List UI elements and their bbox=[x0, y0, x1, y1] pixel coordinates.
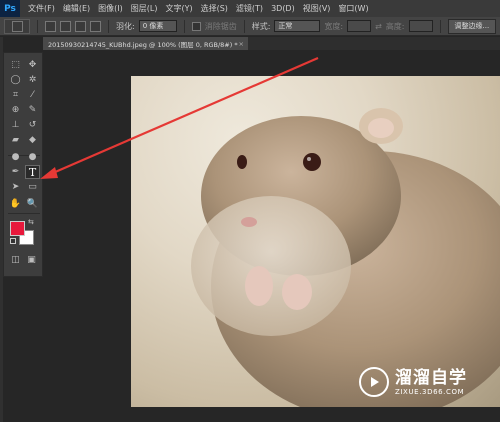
swap-colors-icon[interactable]: ⇆ bbox=[28, 218, 36, 226]
lasso-icon[interactable]: ◯ bbox=[8, 73, 23, 87]
intersect-selection-icon[interactable] bbox=[90, 20, 101, 32]
type-tool-icon[interactable]: T bbox=[25, 165, 40, 179]
history-brush-icon[interactable]: ↺ bbox=[25, 118, 40, 132]
menu-view[interactable]: 视图(V) bbox=[299, 3, 335, 14]
divider bbox=[439, 19, 441, 33]
document-tab[interactable]: 20150930214745_KUBhd.jpeg @ 100% (图层 0, … bbox=[43, 37, 248, 50]
pen-icon[interactable]: ✒ bbox=[8, 165, 23, 179]
healing-brush-icon[interactable]: ⊕ bbox=[8, 103, 23, 117]
menu-3d[interactable]: 3D(D) bbox=[267, 4, 299, 13]
menu-window[interactable]: 窗口(W) bbox=[334, 3, 372, 14]
document-tab-title: 20150930214745_KUBhd.jpeg @ 100% (图层 0, … bbox=[48, 40, 238, 49]
tools-panel: ⇆ ◫ ▣ ⬚ ✥ ◯ ✲ ⌗ ⁄ ⊕ ✎ ⊥ ↺ ▰ ◆ ● ● ✒ T ➤ ▭ ✋ 🔍 bbox=[3, 52, 43, 277]
eyedropper-icon[interactable]: ⁄ bbox=[25, 88, 40, 102]
play-logo-icon bbox=[359, 367, 389, 397]
screen-mode-icon[interactable]: ▣ bbox=[24, 253, 39, 267]
eraser-icon[interactable]: ▰ bbox=[8, 133, 23, 147]
hand-icon[interactable]: ✋ bbox=[8, 197, 23, 211]
photoshop-logo: Ps bbox=[0, 0, 20, 17]
height-label: 高度: bbox=[385, 21, 405, 31]
menu-image[interactable]: 图像(I) bbox=[94, 3, 127, 14]
antialias-label: 消除锯齿 bbox=[204, 21, 237, 31]
menu-type[interactable]: 文字(Y) bbox=[161, 3, 196, 14]
quick-mask-icon[interactable]: ◫ bbox=[8, 253, 23, 267]
watermark-url: ZIXUE.3D66.COM bbox=[395, 387, 465, 396]
magic-wand-icon[interactable]: ✲ bbox=[25, 73, 40, 87]
blur-icon[interactable]: ● bbox=[8, 150, 23, 164]
refine-edge-button[interactable]: 调整边缘... bbox=[447, 18, 497, 34]
menu-select[interactable]: 选择(S) bbox=[197, 3, 232, 14]
clone-stamp-icon[interactable]: ⊥ bbox=[8, 118, 23, 132]
divider bbox=[37, 19, 38, 33]
antialias-checkbox[interactable] bbox=[191, 21, 201, 31]
document-tab-bar: 20150930214745_KUBhd.jpeg @ 100% (图层 0, … bbox=[43, 37, 500, 50]
move-icon[interactable]: ✥ bbox=[25, 58, 40, 72]
rectangle-tool-icon[interactable]: ▭ bbox=[25, 180, 40, 194]
width-input[interactable] bbox=[347, 20, 372, 32]
paint-bucket-icon[interactable]: ◆ bbox=[25, 133, 40, 147]
new-selection-icon[interactable] bbox=[45, 20, 56, 32]
menu-file[interactable]: 文件(F) bbox=[24, 3, 59, 14]
path-selection-icon[interactable]: ➤ bbox=[8, 180, 23, 194]
style-label: 样式: bbox=[251, 21, 271, 31]
divider bbox=[108, 19, 109, 33]
menu-bar: Ps 文件(F) 编辑(E) 图像(I) 图层(L) 文字(Y) 选择(S) 滤… bbox=[0, 0, 500, 17]
watermark: 溜溜自学 ZIXUE.3D66.COM bbox=[351, 352, 476, 412]
marquee-icon[interactable]: ⬚ bbox=[8, 58, 23, 72]
add-to-selection-icon[interactable] bbox=[60, 20, 71, 32]
style-select[interactable]: 正常 bbox=[274, 20, 321, 32]
foreground-color-swatch[interactable] bbox=[10, 221, 25, 236]
marquee-preset-icon bbox=[11, 20, 23, 32]
dodge-icon[interactable]: ● bbox=[25, 150, 40, 164]
options-bar: 羽化: 0 像素 消除锯齿 样式: 正常 宽度: ⇄ 高度: 调整边缘... bbox=[0, 17, 500, 36]
close-icon[interactable]: × bbox=[239, 40, 244, 48]
width-label: 宽度: bbox=[324, 21, 344, 31]
height-input[interactable] bbox=[408, 20, 433, 32]
divider bbox=[243, 19, 245, 33]
divider bbox=[183, 19, 185, 33]
tool-preset-picker[interactable] bbox=[4, 18, 30, 34]
crop-icon[interactable]: ⌗ bbox=[8, 88, 23, 102]
menu-edit[interactable]: 编辑(E) bbox=[59, 3, 94, 14]
watermark-title: 溜溜自学 bbox=[395, 367, 467, 388]
feather-label: 羽化: bbox=[116, 21, 135, 31]
tool-divider bbox=[8, 213, 40, 214]
menu-layer[interactable]: 图层(L) bbox=[127, 3, 162, 14]
feather-input[interactable]: 0 像素 bbox=[138, 20, 177, 32]
zoom-icon[interactable]: 🔍 bbox=[25, 197, 40, 211]
subtract-selection-icon[interactable] bbox=[75, 20, 86, 32]
default-colors-icon[interactable] bbox=[10, 238, 16, 244]
menu-filter[interactable]: 滤镜(T) bbox=[232, 3, 267, 14]
swap-dimensions-icon[interactable]: ⇄ bbox=[375, 22, 382, 31]
brush-icon[interactable]: ✎ bbox=[25, 103, 40, 117]
